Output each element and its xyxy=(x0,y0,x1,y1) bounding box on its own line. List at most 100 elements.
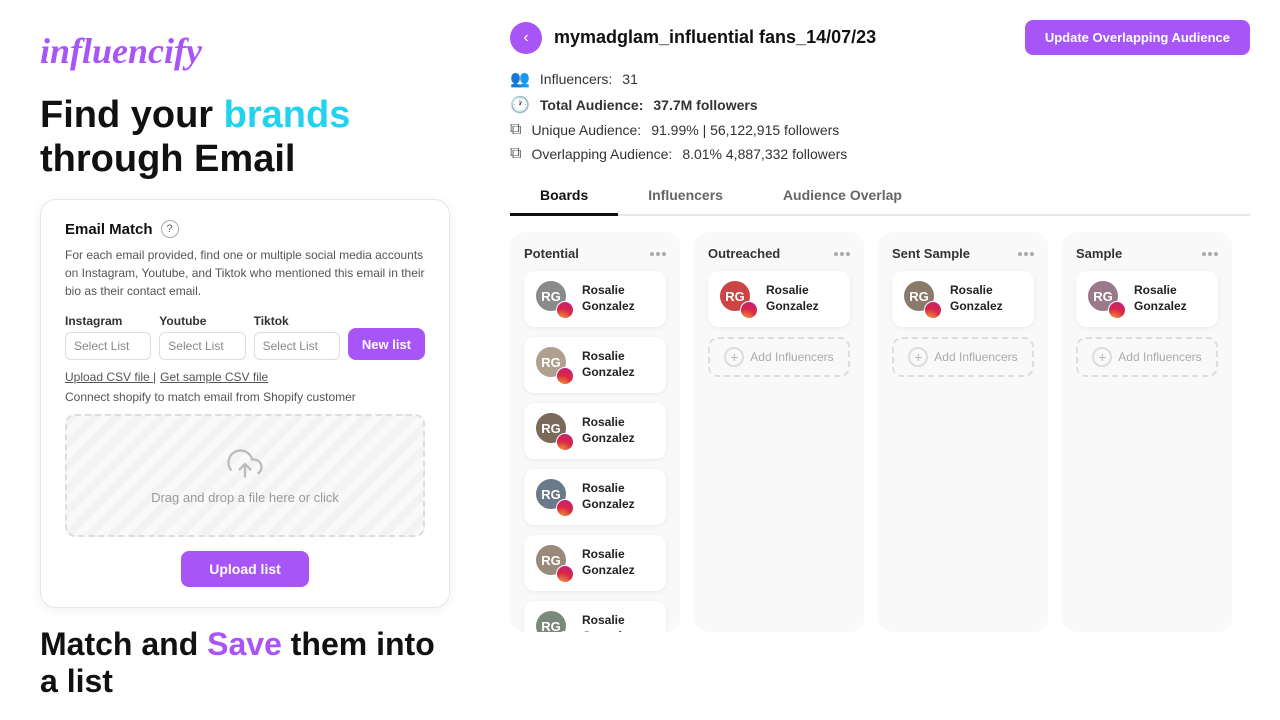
influencer-name: RosalieGonzalez xyxy=(582,415,635,446)
new-list-button[interactable]: New list xyxy=(348,328,425,360)
add-plus-icon: + xyxy=(1092,347,1112,367)
tab-boards[interactable]: Boards xyxy=(510,177,618,216)
csv-row: Upload CSV file | Get sample CSV file xyxy=(65,370,425,384)
sample-menu[interactable] xyxy=(1202,252,1218,256)
unique-value: 91.99% | 56,122,915 followers xyxy=(651,122,839,138)
sample-header: Sample xyxy=(1076,246,1218,261)
instagram-badge xyxy=(556,433,574,451)
tab-influencers[interactable]: Influencers xyxy=(618,177,753,216)
potential-title: Potential xyxy=(524,246,579,261)
footer-save: Save xyxy=(207,626,282,662)
youtube-group: Youtube Select List xyxy=(159,314,245,360)
influencer-card: RG RosalieGonzalez xyxy=(524,469,666,525)
left-panel: influencify Find your brands through Ema… xyxy=(0,0,490,720)
upload-cloud-icon xyxy=(227,446,263,482)
sent-sample-title: Sent Sample xyxy=(892,246,970,261)
back-button[interactable]: ‹ xyxy=(510,22,542,54)
avatar-stack: RG xyxy=(718,279,758,319)
outreached-menu[interactable] xyxy=(834,252,850,256)
upload-list-button[interactable]: Upload list xyxy=(181,551,309,587)
avatar-stack: RG xyxy=(534,345,574,385)
file-dropzone[interactable]: Drag and drop a file here or click xyxy=(65,414,425,537)
total-audience-value: 37.7M followers xyxy=(653,97,757,113)
clock-icon: 🕐 xyxy=(510,95,530,115)
influencers-stat: 👥 Influencers: 31 xyxy=(510,69,1250,89)
instagram-select[interactable]: Select List xyxy=(65,332,151,360)
back-title-group: ‹ mymadglam_influential fans_14/07/23 xyxy=(510,22,876,54)
copy-icon1: ⧉ xyxy=(510,121,521,139)
sample-csv-link[interactable]: Get sample CSV file xyxy=(160,370,268,384)
instagram-badge xyxy=(740,301,758,319)
influencer-name: RosalieGonzalez xyxy=(582,547,635,578)
add-influencers-label: Add Influencers xyxy=(934,350,1017,364)
influencer-name: RosalieGonzalez xyxy=(582,283,635,314)
add-influencers-label: Add Influencers xyxy=(750,350,833,364)
right-header: ‹ mymadglam_influential fans_14/07/23 Up… xyxy=(510,20,1250,55)
add-influencers-sent[interactable]: + Add Influencers xyxy=(892,337,1034,377)
board-sent-sample: Sent Sample RG RosalieGonzalez + Add Inf… xyxy=(878,232,1048,632)
avatar-main: RG xyxy=(534,609,568,632)
influencers-label: Influencers: xyxy=(540,71,612,87)
total-audience-label: Total Audience: xyxy=(540,97,643,113)
stats-section: 👥 Influencers: 31 🕐 Total Audience: 37.7… xyxy=(510,69,1250,163)
card-description: For each email provided, find one or mul… xyxy=(65,246,425,300)
boards-container: Potential RG RosalieGonzalez RG RosalieG… xyxy=(510,216,1250,720)
influencer-name: RosalieGonzalez xyxy=(766,283,819,314)
email-match-card: Email Match ? For each email provided, f… xyxy=(40,199,450,608)
back-chevron-icon: ‹ xyxy=(523,29,528,47)
tiktok-label: Tiktok xyxy=(254,314,340,328)
outreached-title: Outreached xyxy=(708,246,780,261)
tiktok-select[interactable]: Select List xyxy=(254,332,340,360)
upload-csv-link[interactable]: Upload CSV file | xyxy=(65,370,156,384)
influencer-name: RosalieGonzalez xyxy=(582,613,635,632)
influencer-name: RosalieGonzalez xyxy=(582,481,635,512)
influencer-card: RG RosalieGonzalez xyxy=(708,271,850,327)
potential-header: Potential xyxy=(524,246,666,261)
headline-brands: brands xyxy=(224,94,351,136)
tiktok-group: Tiktok Select List xyxy=(254,314,340,360)
overlap-audience-stat: ⧉ Overlapping Audience: 8.01% 4,887,332 … xyxy=(510,145,1250,163)
add-influencers-sample[interactable]: + Add Influencers xyxy=(1076,337,1218,377)
instagram-badge xyxy=(924,301,942,319)
headline-part2: through Email xyxy=(40,138,295,180)
avatar-stack: RG xyxy=(1086,279,1126,319)
avatar-stack: RG xyxy=(534,609,574,632)
avatar-stack: RG xyxy=(534,279,574,319)
add-influencers-outreached[interactable]: + Add Influencers xyxy=(708,337,850,377)
influencers-count: 31 xyxy=(622,71,638,87)
headline-part1: Find your xyxy=(40,94,224,136)
influencer-name: RosalieGonzalez xyxy=(1134,283,1187,314)
sent-sample-header: Sent Sample xyxy=(892,246,1034,261)
youtube-select[interactable]: Select List xyxy=(159,332,245,360)
overlap-value: 8.01% 4,887,332 followers xyxy=(682,146,847,162)
add-plus-icon: + xyxy=(908,347,928,367)
avatar-stack: RG xyxy=(534,411,574,451)
influencer-card: RG RosalieGonzalez xyxy=(524,271,666,327)
influencer-card: RG RosalieGonzalez xyxy=(524,403,666,459)
influencer-name: RosalieGonzalez xyxy=(582,349,635,380)
card-header: Email Match ? xyxy=(65,220,425,238)
users-icon: 👥 xyxy=(510,69,530,89)
page-title: mymadglam_influential fans_14/07/23 xyxy=(554,27,876,48)
board-sample: Sample RG RosalieGonzalez + Add Influenc… xyxy=(1062,232,1232,632)
instagram-badge xyxy=(1108,301,1126,319)
avatar-stack: RG xyxy=(534,543,574,583)
update-overlapping-button[interactable]: Update Overlapping Audience xyxy=(1025,20,1250,55)
avatar-stack: RG xyxy=(902,279,942,319)
sent-sample-menu[interactable] xyxy=(1018,252,1034,256)
influencer-card: RG RosalieGonzalez xyxy=(892,271,1034,327)
instagram-badge xyxy=(556,367,574,385)
potential-menu[interactable] xyxy=(650,252,666,256)
tabs-row: Boards Influencers Audience Overlap xyxy=(510,177,1250,216)
tab-audience-overlap[interactable]: Audience Overlap xyxy=(753,177,932,216)
avatar-stack: RG xyxy=(534,477,574,517)
sample-title: Sample xyxy=(1076,246,1122,261)
logo-text: influenci xyxy=(40,31,174,71)
help-icon[interactable]: ? xyxy=(161,220,179,238)
overlap-label: Overlapping Audience: xyxy=(531,146,672,162)
board-potential: Potential RG RosalieGonzalez RG RosalieG… xyxy=(510,232,680,632)
outreached-header: Outreached xyxy=(708,246,850,261)
instagram-badge xyxy=(556,301,574,319)
influencer-card: RG RosalieGonzalez xyxy=(524,601,666,632)
platform-selects-row: Instagram Select List Youtube Select Lis… xyxy=(65,314,425,360)
